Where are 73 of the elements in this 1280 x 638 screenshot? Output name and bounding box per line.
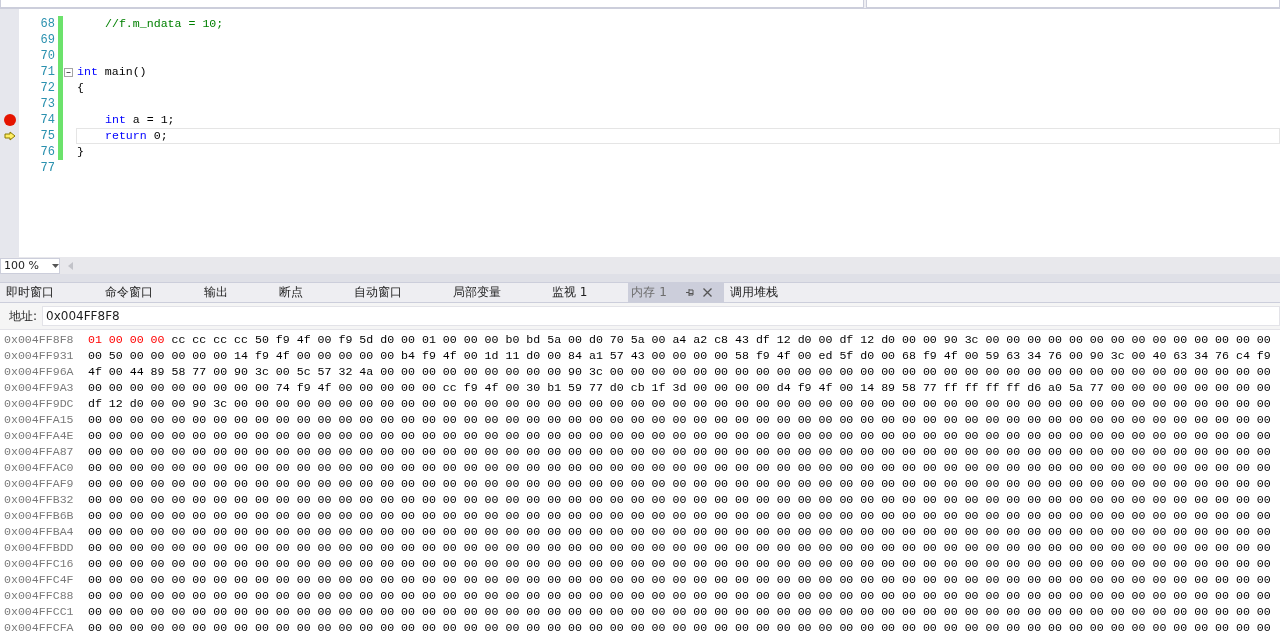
memory-address: 0x004FFBDD	[3, 540, 75, 554]
memory-bytes: 00 00 00 00 00 00 00 00 00 00 00 00 00 00 00 00 00 00 00 00 00 00 00 00 00 00 00 00 00 00 00 00 00 00 00 00 00 00 00 00 00 00 00 00 00 00 00 00 00 00 00 00 00 00 00 00 00	[88, 556, 1271, 570]
line-number: 77	[39, 161, 55, 175]
memory-bytes: df 12 d0 00 00 90 3c 00 00 00 00 00 00 00 00 00 00 00 00 00 00 00 00 00 00 00 00 00 00 00 00 00 00 00 00 00 00 00 00 00 00 00 00 00 00 00 00 00 00 00 00 00 00 00 00 00 00	[88, 396, 1271, 410]
memory-bytes: 00 00 00 00 00 00 00 00 00 00 00 00 00 00 00 00 00 00 00 00 00 00 00 00 00 00 00 00 00 00 00 00 00 00 00 00 00 00 00 00 00 00 00 00 00 00 00 00 00 00 00 00 00 00 00 00 00	[88, 620, 1271, 634]
memory-address: 0x004FFB32	[3, 492, 75, 506]
panel-tab[interactable]: 命令窗口	[99, 283, 198, 302]
collapse-icon[interactable]	[63, 67, 74, 78]
memory-bytes: 00 00 00 00 00 00 00 00 00 00 00 00 00 00 00 00 00 00 00 00 00 00 00 00 00 00 00 00 00 00 00 00 00 00 00 00 00 00 00 00 00 00 00 00 00 00 00 00 00 00 00 00 00 00 00 00 00	[88, 412, 1271, 426]
memory-bytes: 00 00 00 00 00 00 00 00 00 74 f9 4f 00 00 00 00 00 cc f9 4f 00 30 b1 59 77 d0 cb 1f 3d 00 00 00 00 d4 f9 4f 00 14 89 58 77 ff ff ff ff d6 a0 5a 77 00 00 00 00 00 00 00 00	[88, 380, 1271, 394]
memory-address: 0x004FFAF9	[3, 476, 75, 490]
memory-address: 0x004FF9DC	[3, 396, 75, 410]
memory-address: 0x004FFC88	[3, 588, 75, 602]
memory-bytes: 00 50 00 00 00 00 00 14 f9 4f 00 00 00 00 00 b4 f9 4f 00 1d 11 d0 00 84 a1 57 43 00 00 00 00 58 f9 4f 00 ed 5f d0 00 68 f9 4f 00 59 63 34 76 00 90 3c 00 40 63 34 76 c4 f9	[88, 348, 1271, 362]
current-line-arrow-icon	[3, 131, 16, 141]
memory-address: 0x004FF96A	[3, 364, 75, 378]
memory-bytes: 00 00 00 00 00 00 00 00 00 00 00 00 00 00 00 00 00 00 00 00 00 00 00 00 00 00 00 00 00 00 00 00 00 00 00 00 00 00 00 00 00 00 00 00 00 00 00 00 00 00 00 00 00 00 00 00 00	[88, 428, 1271, 442]
scope-dropdown[interactable]	[0, 0, 864, 8]
line-number: 68	[39, 17, 55, 31]
zoom-dropdown[interactable]: 100 %	[0, 257, 60, 274]
line-number: 69	[39, 33, 55, 47]
memory-bytes: 00 00 00 00 00 00 00 00 00 00 00 00 00 00 00 00 00 00 00 00 00 00 00 00 00 00 00 00 00 00 00 00 00 00 00 00 00 00 00 00 00 00 00 00 00 00 00 00 00 00 00 00 00 00 00 00 00	[88, 508, 1271, 522]
line-number: 75	[39, 129, 55, 143]
memory-bytes: 00 00 00 00 00 00 00 00 00 00 00 00 00 00 00 00 00 00 00 00 00 00 00 00 00 00 00 00 00 00 00 00 00 00 00 00 00 00 00 00 00 00 00 00 00 00 00 00 00 00 00 00 00 00 00 00 00	[88, 540, 1271, 554]
memory-bytes: 00 00 00 00 00 00 00 00 00 00 00 00 00 00 00 00 00 00 00 00 00 00 00 00 00 00 00 00 00 00 00 00 00 00 00 00 00 00 00 00 00 00 00 00 00 00 00 00 00 00 00 00 00 00 00 00 00	[88, 444, 1271, 458]
memory-bytes: 4f 00 44 89 58 77 00 90 3c 00 5c 57 32 4a 00 00 00 00 00 00 00 00 00 90 3c 00 00 00 00 00 00 00 00 00 00 00 00 00 00 00 00 00 00 00 00 00 00 00 00 00 00 00 00 00 00 00 00	[88, 364, 1271, 378]
panel-tab[interactable]: 自动窗口	[348, 283, 447, 302]
panel-tab[interactable]: 输出	[198, 283, 273, 302]
memory-address: 0x004FFA87	[3, 444, 75, 458]
address-field[interactable]: 0x004FF8F8	[42, 306, 1280, 326]
panel-tab[interactable]: 局部变量	[447, 283, 546, 302]
pin-icon[interactable]	[685, 288, 695, 297]
memory-bytes: 00 00 00 00 00 00 00 00 00 00 00 00 00 00 00 00 00 00 00 00 00 00 00 00 00 00 00 00 00 00 00 00 00 00 00 00 00 00 00 00 00 00 00 00 00 00 00 00 00 00 00 00 00 00 00 00 00	[88, 572, 1271, 586]
memory-address: 0x004FF931	[3, 348, 75, 362]
memory-address: 0x004FFCFA	[3, 620, 75, 634]
function-dropdown[interactable]	[866, 0, 1280, 8]
code-line: }	[77, 145, 84, 158]
memory-address: 0x004FFC16	[3, 556, 75, 570]
memory-address: 0x004FFB6B	[3, 508, 75, 522]
line-number: 71	[39, 65, 55, 79]
memory-bytes: 00 00 00 00 00 00 00 00 00 00 00 00 00 00 00 00 00 00 00 00 00 00 00 00 00 00 00 00 00 00 00 00 00 00 00 00 00 00 00 00 00 00 00 00 00 00 00 00 00 00 00 00 00 00 00 00 00	[88, 492, 1271, 506]
memory-address: 0x004FFCC1	[3, 604, 75, 618]
panel-tab[interactable]: 即时窗口	[0, 283, 99, 302]
memory-address: 0x004FFBA4	[3, 524, 75, 538]
address-label: 地址:	[8, 307, 39, 325]
memory-bytes: 01 00 00 00 cc cc cc cc 50 f9 4f 00 f9 5d d0 00 01 00 00 00 b0 bd 5a 00 d0 70 5a 00 a4 a2 c8 43 df 12 d0 00 df 12 d0 00 00 90 3c 00 00 00 00 00 00 00 00 00 00 00 00 00 00	[88, 332, 1271, 346]
memory-bytes: 00 00 00 00 00 00 00 00 00 00 00 00 00 00 00 00 00 00 00 00 00 00 00 00 00 00 00 00 00 00 00 00 00 00 00 00 00 00 00 00 00 00 00 00 00 00 00 00 00 00 00 00 00 00 00 00 00	[88, 476, 1271, 490]
memory-bytes: 00 00 00 00 00 00 00 00 00 00 00 00 00 00 00 00 00 00 00 00 00 00 00 00 00 00 00 00 00 00 00 00 00 00 00 00 00 00 00 00 00 00 00 00 00 00 00 00 00 00 00 00 00 00 00 00 00	[88, 460, 1271, 474]
dropdown-arrow-icon	[52, 263, 59, 268]
code-line: int main()	[77, 65, 147, 78]
memory-bytes: 00 00 00 00 00 00 00 00 00 00 00 00 00 00 00 00 00 00 00 00 00 00 00 00 00 00 00 00 00 00 00 00 00 00 00 00 00 00 00 00 00 00 00 00 00 00 00 00 00 00 00 00 00 00 00 00 00	[88, 604, 1271, 618]
code-line: return 0;	[105, 129, 168, 142]
memory-address: 0x004FF8F8	[3, 332, 75, 346]
line-number: 73	[39, 97, 55, 111]
memory-bytes: 00 00 00 00 00 00 00 00 00 00 00 00 00 00 00 00 00 00 00 00 00 00 00 00 00 00 00 00 00 00 00 00 00 00 00 00 00 00 00 00 00 00 00 00 00 00 00 00 00 00 00 00 00 00 00 00 00	[88, 588, 1271, 602]
memory-address: 0x004FFC4F	[3, 572, 75, 586]
line-number: 72	[39, 81, 55, 95]
memory-address: 0x004FFAC0	[3, 460, 75, 474]
memory-address: 0x004FF9A3	[3, 380, 75, 394]
panel-splitter[interactable]	[0, 274, 1280, 283]
code-line: //f.m_ndata = 10;	[105, 17, 224, 30]
panel-tab[interactable]: 断点	[273, 283, 348, 302]
line-number: 70	[39, 49, 55, 63]
line-number: 74	[39, 113, 55, 127]
code-line: {	[77, 81, 84, 94]
panel-tab[interactable]: 内存 1	[628, 283, 724, 302]
memory-bytes: 00 00 00 00 00 00 00 00 00 00 00 00 00 00 00 00 00 00 00 00 00 00 00 00 00 00 00 00 00 00 00 00 00 00 00 00 00 00 00 00 00 00 00 00 00 00 00 00 00 00 00 00 00 00 00 00 00	[88, 524, 1271, 538]
close-icon[interactable]	[702, 288, 712, 297]
memory-address: 0x004FFA4E	[3, 428, 75, 442]
panel-tab[interactable]: 调用堆栈	[723, 283, 823, 302]
line-number: 76	[39, 145, 55, 159]
memory-address: 0x004FFA15	[3, 412, 75, 426]
code-line: int a = 1;	[105, 113, 175, 126]
